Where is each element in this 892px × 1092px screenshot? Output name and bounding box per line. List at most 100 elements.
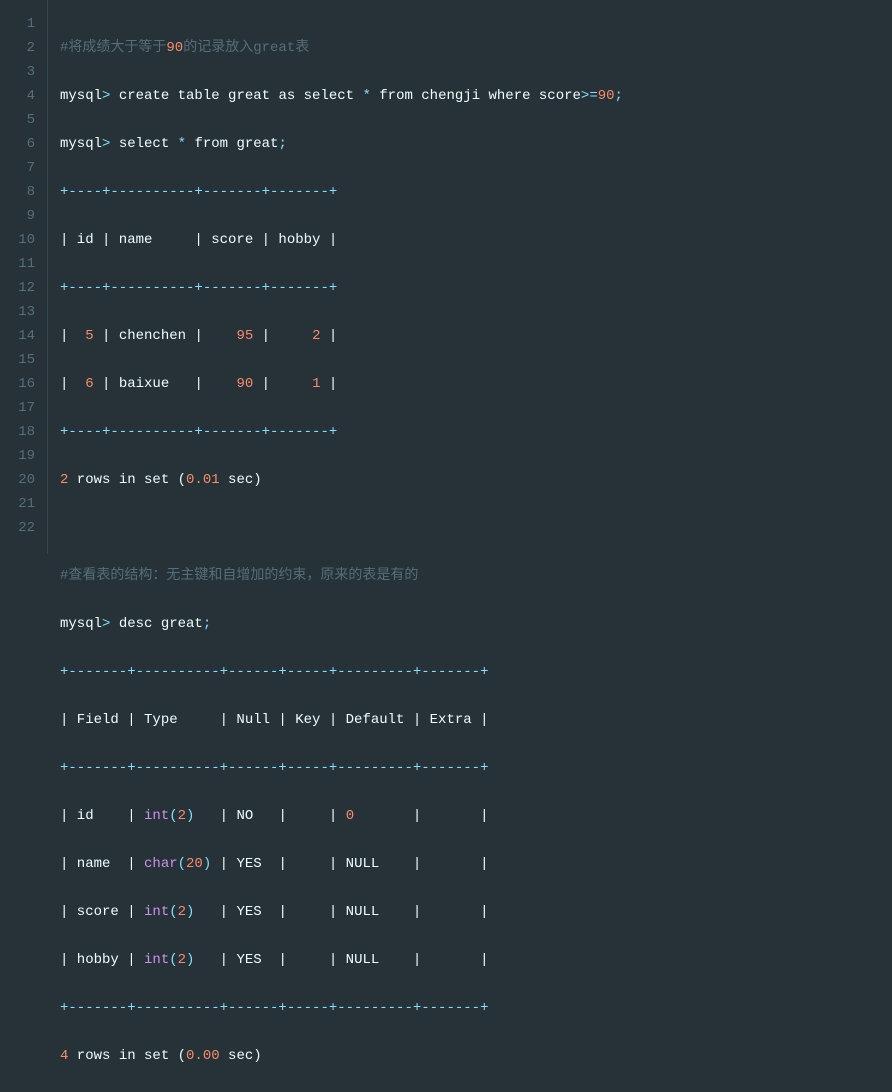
code-line[interactable]: +-------+----------+------+-----+-------… (60, 996, 892, 1020)
sql-text: desc great (110, 616, 202, 632)
line-number: 17 (0, 396, 35, 420)
code-line[interactable]: 2 rows in set (0.01 sec) (60, 468, 892, 492)
identifier: mysql (60, 88, 102, 104)
paren: ( (169, 904, 177, 920)
paren: ) (186, 904, 194, 920)
code-line[interactable]: #将成绩大于等于90的记录放入great表 (60, 36, 892, 60)
line-number: 8 (0, 180, 35, 204)
identifier: mysql (60, 136, 102, 152)
line-number: 22 (0, 516, 35, 540)
type-keyword: int (144, 808, 169, 824)
table-cell: | (320, 328, 337, 344)
table-cell: | chenchen | (94, 328, 237, 344)
code-line[interactable]: | id | name | score | hobby | (60, 228, 892, 252)
table-border: +----+----------+-------+-------+ (60, 184, 337, 200)
code-line[interactable]: #查看表的结构：无主键和自增加的约束，原来的表是有的 (60, 564, 892, 588)
number-literal: 6 (85, 376, 93, 392)
code-line[interactable]: +----+----------+-------+-------+ (60, 420, 892, 444)
code-line[interactable]: | Field | Type | Null | Key | Default | … (60, 708, 892, 732)
number-literal: 90 (598, 88, 615, 104)
table-cell: | (253, 328, 312, 344)
paren: ) (186, 808, 194, 824)
table-cell: | NO | | (194, 808, 345, 824)
code-line[interactable]: | 6 | baixue | 90 | 1 | (60, 372, 892, 396)
semicolon: ; (615, 88, 623, 104)
line-number: 21 (0, 492, 35, 516)
line-number: 14 (0, 324, 35, 348)
code-line[interactable]: | score | int(2) | YES | | NULL | | (60, 900, 892, 924)
paren: ( (178, 856, 186, 872)
sql-text: from great (186, 136, 278, 152)
table-border: +-------+----------+------+-----+-------… (60, 1000, 488, 1016)
table-cell: | YES | | NULL | | (211, 856, 488, 872)
line-number: 16 (0, 372, 35, 396)
semicolon: ; (203, 616, 211, 632)
line-number: 19 (0, 444, 35, 468)
table-cell: | name | (60, 856, 144, 872)
star-operator: * (362, 88, 370, 104)
code-line[interactable]: | 5 | chenchen | 95 | 2 | (60, 324, 892, 348)
semicolon: ; (278, 136, 286, 152)
code-line[interactable]: +----+----------+-------+-------+ (60, 180, 892, 204)
number-literal: 2 (178, 808, 186, 824)
sql-text: select (110, 136, 177, 152)
number-literal: 95 (236, 328, 253, 344)
number-literal: 90 (166, 40, 183, 56)
number-literal: 0.01 (186, 472, 220, 488)
table-border: +----+----------+-------+-------+ (60, 424, 337, 440)
table-cell: | (253, 376, 312, 392)
line-number: 20 (0, 468, 35, 492)
paren: ) (203, 856, 211, 872)
number-literal: 2 (178, 952, 186, 968)
comment-text: #查看表的结构：无主键和自增加的约束，原来的表是有的 (60, 568, 418, 584)
star-operator: * (178, 136, 186, 152)
comment-text: 的记录放入great表 (183, 40, 309, 56)
number-literal: 0 (346, 808, 354, 824)
table-cell: | (60, 328, 85, 344)
line-number: 5 (0, 108, 35, 132)
code-line[interactable] (60, 516, 892, 540)
result-text: rows in set ( (68, 472, 186, 488)
line-number: 11 (0, 252, 35, 276)
code-line[interactable]: +----+----------+-------+-------+ (60, 276, 892, 300)
line-number: 15 (0, 348, 35, 372)
number-literal: 90 (236, 376, 253, 392)
paren: ( (169, 952, 177, 968)
table-cell: | YES | | NULL | | (194, 952, 488, 968)
line-number: 9 (0, 204, 35, 228)
code-line[interactable]: mysql> desc great; (60, 612, 892, 636)
line-number: 1 (0, 12, 35, 36)
line-number: 18 (0, 420, 35, 444)
table-header: | id | name | score | hobby | (60, 232, 337, 248)
line-number: 7 (0, 156, 35, 180)
code-editor[interactable]: #将成绩大于等于90的记录放入great表 mysql> create tabl… (48, 0, 892, 554)
result-text: sec) (220, 472, 262, 488)
table-cell: | id | (60, 808, 144, 824)
table-border: +-------+----------+------+-----+-------… (60, 664, 488, 680)
line-number: 6 (0, 132, 35, 156)
code-line[interactable]: 4 rows in set (0.00 sec) (60, 1044, 892, 1068)
code-line[interactable]: +-------+----------+------+-----+-------… (60, 756, 892, 780)
number-literal: 5 (85, 328, 93, 344)
type-keyword: char (144, 856, 178, 872)
table-cell: | hobby | (60, 952, 144, 968)
number-literal: 2 (178, 904, 186, 920)
table-cell: | (60, 376, 85, 392)
line-number-gutter: 1 2 3 4 5 6 7 8 9 10 11 12 13 14 15 16 1… (0, 0, 48, 554)
code-line[interactable]: | id | int(2) | NO | | 0 | | (60, 804, 892, 828)
table-cell: | score | (60, 904, 144, 920)
sql-text: from chengji where score (371, 88, 581, 104)
number-literal: 0.00 (186, 1048, 220, 1064)
code-line[interactable]: | hobby | int(2) | YES | | NULL | | (60, 948, 892, 972)
code-line[interactable]: +-------+----------+------+-----+-------… (60, 660, 892, 684)
table-cell: | (320, 376, 337, 392)
paren: ) (186, 952, 194, 968)
operator: >= (581, 88, 598, 104)
type-keyword: int (144, 904, 169, 920)
result-text: rows in set ( (68, 1048, 186, 1064)
code-line[interactable]: mysql> select * from great; (60, 132, 892, 156)
code-line[interactable]: | name | char(20) | YES | | NULL | | (60, 852, 892, 876)
code-line[interactable]: mysql> create table great as select * fr… (60, 84, 892, 108)
table-cell: | | (354, 808, 488, 824)
table-cell: | YES | | NULL | | (194, 904, 488, 920)
